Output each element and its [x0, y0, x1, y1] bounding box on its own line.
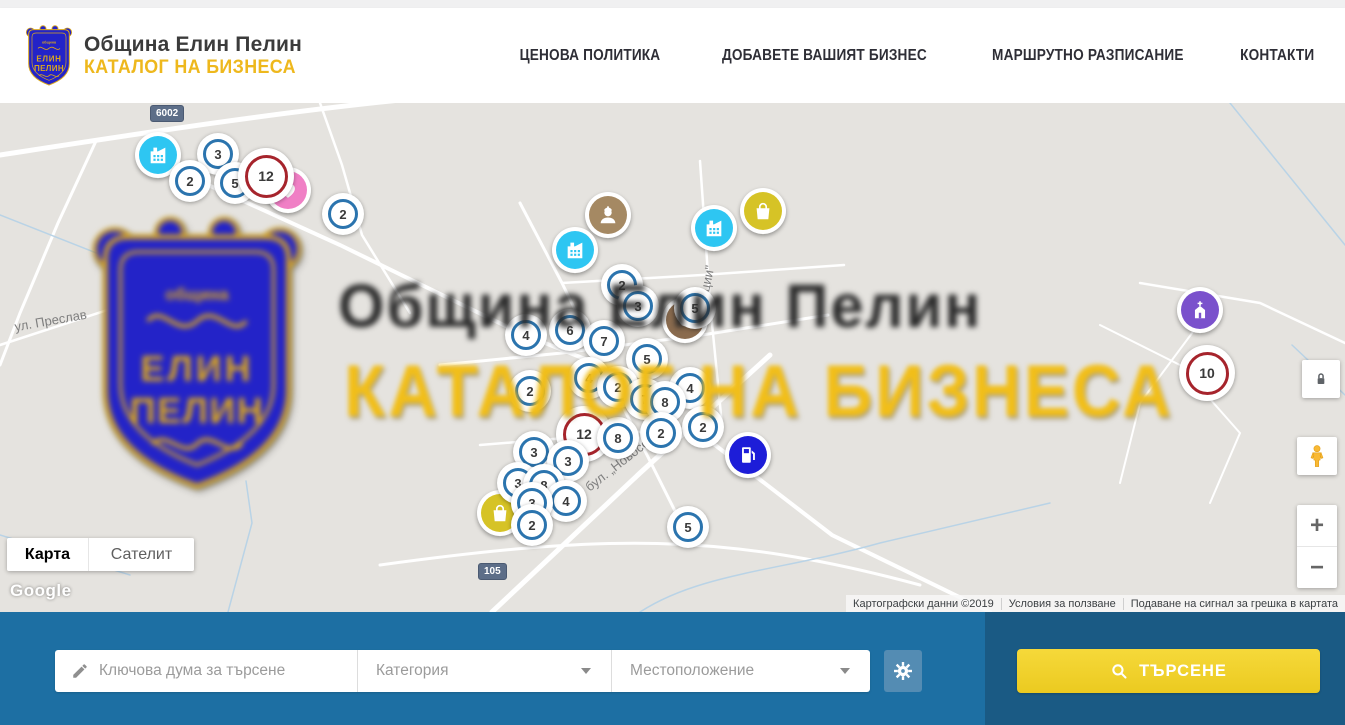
map-attribution: Картографски данни ©2019Условия за ползв… — [846, 595, 1345, 612]
street-view-pegman-button[interactable] — [1297, 437, 1337, 475]
cluster-count: 12 — [245, 155, 288, 198]
cluster-count: 4 — [551, 486, 581, 516]
site-subtitle: КАТАЛОГ НА БИЗНЕСА — [84, 57, 296, 79]
cluster-count: 2 — [328, 199, 358, 229]
map-marker-church[interactable] — [1177, 287, 1223, 333]
advanced-settings-button[interactable] — [884, 650, 922, 692]
keyword-search-input[interactable] — [99, 662, 329, 680]
map-type-map-button[interactable]: Карта — [7, 538, 89, 571]
map-cluster[interactable]: 5 — [667, 506, 709, 548]
attribution-text: Картографски данни ©2019 — [846, 598, 1001, 610]
chevron-down-icon — [581, 668, 591, 674]
cluster-count: 5 — [673, 512, 703, 542]
cluster-count: 2 — [175, 166, 205, 196]
factory-icon — [695, 209, 733, 247]
map-cluster[interactable]: 2 — [511, 504, 553, 546]
cluster-count: 2 — [515, 376, 545, 406]
cluster-count: 10 — [1186, 352, 1229, 395]
zoom-in-button[interactable]: + — [1297, 505, 1337, 547]
map-marker-bag[interactable] — [740, 188, 786, 234]
pegman-icon — [1306, 443, 1328, 469]
category-select-label: Категория — [376, 662, 448, 680]
attribution-link[interactable]: Подаване на сигнал за грешка в картата — [1123, 598, 1345, 610]
cluster-count: 4 — [511, 320, 541, 350]
cluster-count: 2 — [517, 510, 547, 540]
map-cluster[interactable]: 12 — [238, 148, 294, 204]
municipality-crest-logo: община ЕЛИН ПЕЛИН — [24, 24, 74, 88]
map-cluster[interactable]: 2 — [169, 160, 211, 202]
cluster-count: 5 — [680, 293, 710, 323]
map-marker-factory[interactable] — [552, 227, 598, 273]
map-marker-factory[interactable] — [691, 205, 737, 251]
nav-item-2[interactable]: МАРШРУТНО РАЗПИСАНИЕ — [992, 47, 1184, 65]
search-fields: Категория Местоположение — [55, 650, 870, 692]
map-cluster[interactable]: 4 — [505, 314, 547, 356]
map-cluster[interactable]: 10 — [1179, 345, 1235, 401]
gear-icon — [892, 660, 914, 682]
lock-button[interactable] — [1302, 360, 1340, 398]
map-cluster[interactable]: 8 — [597, 417, 639, 459]
map-type-control: Карта Сателит — [7, 538, 194, 571]
svg-text:община: община — [42, 40, 57, 44]
main-nav: ЦЕНОВА ПОЛИТИКА ДОБАВЕТЕ ВАШИЯТ БИЗНЕС МАР… — [510, 47, 1319, 65]
cluster-count: 5 — [632, 344, 662, 374]
cluster-count: 7 — [589, 326, 619, 356]
map-cluster[interactable]: 7 — [583, 320, 625, 362]
map-cluster[interactable]: 5 — [674, 287, 716, 329]
map-cluster[interactable]: 2 — [640, 412, 682, 454]
site-title: Община Елин Пелин — [84, 33, 309, 57]
map-cluster[interactable]: 3 — [617, 285, 659, 327]
map-cluster[interactable]: 2 — [322, 193, 364, 235]
cluster-count: 6 — [555, 315, 585, 345]
search-button-label: ТЪРСЕНЕ — [1139, 662, 1227, 681]
category-select[interactable]: Категория — [358, 650, 612, 692]
cluster-count: 2 — [646, 418, 676, 448]
nav-item-0[interactable]: ЦЕНОВА ПОЛИТИКА — [520, 47, 661, 65]
search-icon — [1110, 662, 1129, 681]
cluster-count: 8 — [603, 423, 633, 453]
road-badge: 6002 — [150, 105, 184, 122]
nav-item-3[interactable]: КОНТАКТИ — [1240, 47, 1314, 65]
map-cluster[interactable]: 2 — [509, 370, 551, 412]
zoom-control: + − — [1297, 505, 1337, 588]
search-bar: Категория Местоположение — [0, 612, 1345, 725]
map-marker-fuel[interactable] — [725, 432, 771, 478]
cluster-count: 2 — [688, 412, 718, 442]
brand[interactable]: община ЕЛИН ПЕЛИН Община Елин Пелин КАТА… — [24, 24, 309, 88]
lock-icon — [1311, 369, 1331, 389]
location-select-label: Местоположение — [630, 662, 754, 680]
svg-text:ЕЛИН: ЕЛИН — [36, 54, 61, 63]
church-icon — [1181, 291, 1219, 329]
header: община ЕЛИН ПЕЛИН Община Елин Пелин КАТА… — [0, 8, 1345, 103]
fuel-icon — [729, 436, 767, 474]
cluster-count: 3 — [623, 291, 653, 321]
factory-icon — [556, 231, 594, 269]
map-cluster[interactable]: 2 — [682, 406, 724, 448]
bag-icon — [744, 192, 782, 230]
map-type-satellite-button[interactable]: Сателит — [89, 538, 194, 571]
keyword-field-wrap — [55, 650, 358, 692]
search-button[interactable]: ТЪРСЕНЕ — [1017, 649, 1320, 693]
pencil-icon — [71, 662, 89, 680]
svg-text:ПЕЛИН: ПЕЛИН — [34, 64, 64, 73]
road-badge: 105 — [478, 563, 507, 580]
location-select[interactable]: Местоположение — [612, 650, 870, 692]
chevron-down-icon — [840, 668, 850, 674]
attribution-link[interactable]: Условия за ползване — [1001, 598, 1123, 610]
factory-icon — [139, 136, 177, 174]
google-logo[interactable]: Google — [10, 581, 72, 601]
zoom-out-button[interactable]: − — [1297, 547, 1337, 588]
nav-item-1[interactable]: ДОБАВЕТЕ ВАШИЯТ БИЗНЕС — [722, 47, 927, 65]
map-canvas[interactable]: община ЕЛИН ПЕЛИН Община Елин Пелин КАТА… — [0, 103, 1345, 612]
